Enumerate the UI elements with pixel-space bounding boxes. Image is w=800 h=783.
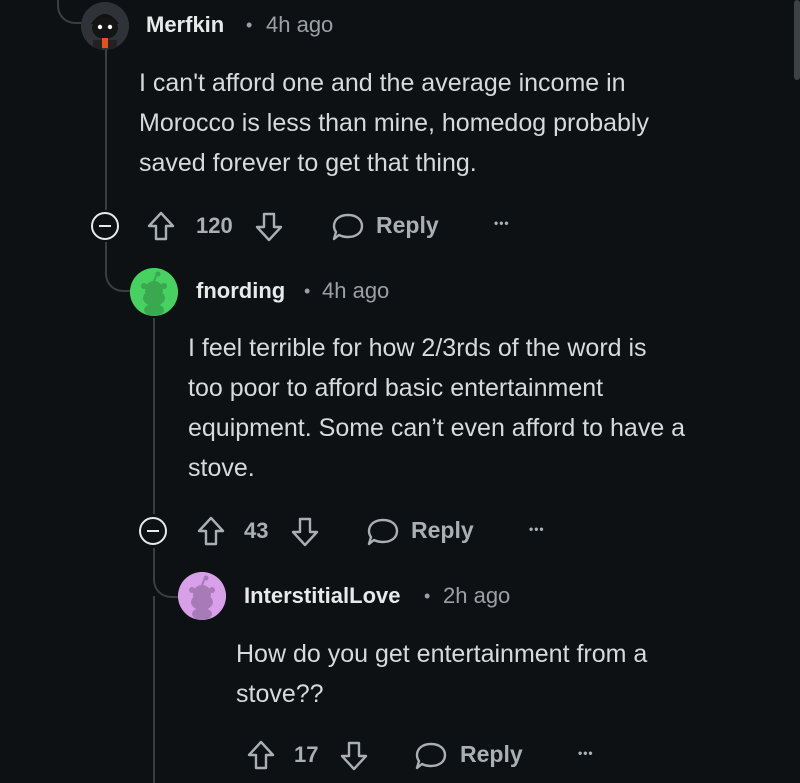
comment-line: saved forever to get that thing. (139, 149, 477, 177)
comment-line: stove?? (236, 680, 324, 708)
meta-separator: • (304, 281, 311, 301)
comment-line: too poor to afford basic entertainment (188, 374, 604, 402)
comment-line: I can't afford one and the average incom… (139, 69, 626, 97)
comment-line: I feel terrible for how 2/3rds of the wo… (188, 334, 647, 362)
comment-line: How do you get entertainment from a (236, 640, 648, 668)
meta-separator: • (424, 586, 431, 606)
username[interactable]: fnording (196, 278, 285, 304)
more-options-button[interactable]: ••• (529, 522, 545, 536)
scrollbar[interactable] (794, 0, 800, 80)
snoo-avatar-icon (178, 572, 226, 620)
meta-separator: • (246, 15, 253, 35)
timestamp[interactable]: 2h ago (443, 583, 510, 609)
avatar[interactable] (130, 268, 178, 316)
reply-button[interactable]: Reply (376, 212, 439, 239)
comment-line: stove. (188, 454, 255, 482)
thread-line (105, 48, 107, 210)
downvote-icon[interactable] (339, 740, 369, 772)
avatar[interactable] (178, 572, 226, 620)
username[interactable]: InterstitialLove (244, 583, 400, 609)
reply-bubble-icon[interactable] (331, 212, 365, 242)
reply-bubble-icon[interactable] (366, 517, 400, 547)
vote-count: 120 (196, 213, 233, 238)
reply-bubble-icon[interactable] (414, 741, 448, 771)
upvote-icon[interactable] (246, 739, 276, 771)
collapse-button[interactable] (139, 517, 167, 545)
comment-line: Morocco is less than mine, homedog proba… (139, 109, 649, 137)
thread-connector (153, 548, 179, 598)
reply-button[interactable]: Reply (460, 741, 523, 768)
avatar-merfkin-icon (81, 2, 129, 50)
username[interactable]: Merfkin (146, 12, 224, 38)
vote-count: 17 (294, 742, 319, 767)
timestamp[interactable]: 4h ago (322, 278, 389, 304)
more-options-button[interactable]: ••• (578, 746, 594, 760)
thread-connector (105, 242, 131, 292)
more-options-button[interactable]: ••• (494, 216, 510, 230)
thread-line (153, 318, 155, 514)
thread-connector (57, 0, 83, 24)
collapse-button[interactable] (91, 212, 119, 240)
upvote-icon[interactable] (196, 515, 226, 547)
timestamp[interactable]: 4h ago (266, 12, 333, 38)
comment-body: I feel terrible for how 2/3rds of the wo… (188, 328, 685, 488)
downvote-icon[interactable] (254, 211, 284, 243)
comment-line: equipment. Some can’t even afford to hav… (188, 414, 686, 442)
upvote-icon[interactable] (146, 210, 176, 242)
vote-count: 43 (244, 518, 269, 543)
snoo-avatar-icon (130, 268, 178, 316)
reply-button[interactable]: Reply (411, 517, 474, 544)
comment-body: I can't afford one and the average incom… (139, 63, 649, 183)
comment-body: How do you get entertainment from a stov… (236, 634, 647, 714)
avatar[interactable] (81, 2, 129, 50)
downvote-icon[interactable] (290, 516, 320, 548)
thread-line (153, 596, 155, 783)
